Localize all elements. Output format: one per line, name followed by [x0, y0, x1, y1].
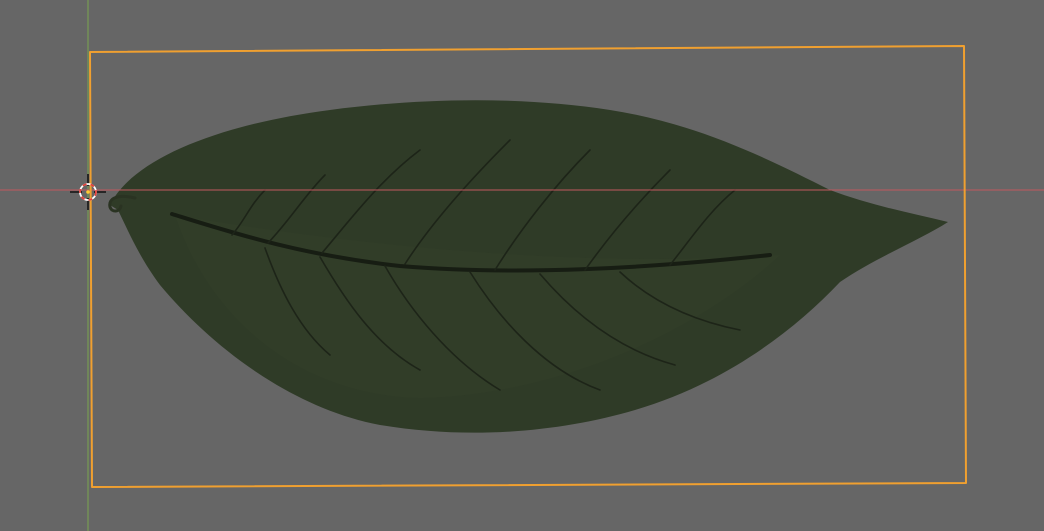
3d-viewport[interactable]	[0, 0, 1044, 531]
viewport-canvas[interactable]	[0, 0, 1044, 531]
